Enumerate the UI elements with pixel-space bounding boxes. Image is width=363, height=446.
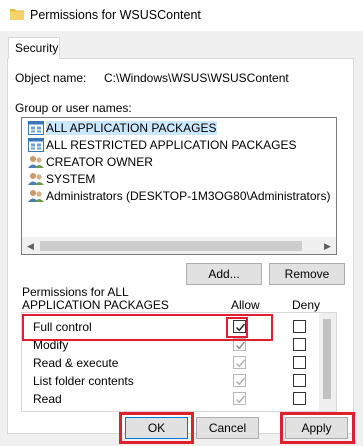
list-item-label: CREATOR OWNER (46, 155, 153, 169)
deny-column-header: Deny (292, 298, 321, 312)
deny-checkbox[interactable] (293, 338, 306, 351)
allow-checkbox[interactable] (233, 374, 246, 387)
group-user-list[interactable]: ALL APPLICATION PACKAGES ALL RESTRICTED … (21, 117, 337, 255)
list-item-label: Administrators (DESKTOP-1M3OG80\Administ… (46, 189, 331, 203)
vertical-scrollbar[interactable] (319, 313, 336, 411)
deny-checkbox[interactable] (293, 356, 306, 369)
allow-checkbox[interactable] (233, 392, 246, 405)
permission-row: Read (22, 390, 322, 408)
users-group-icon (28, 173, 44, 185)
group-names-label: Group or user names: (15, 101, 132, 115)
object-name-value: C:\Windows\WSUS\WSUSContent (104, 71, 289, 85)
window-title: Permissions for WSUSContent (30, 8, 201, 22)
dialog-body: Security Object name: C:\Windows\WSUS\WS… (0, 31, 363, 446)
scroll-right-icon[interactable]: ▶ (319, 238, 336, 254)
apply-button-highlight (280, 412, 355, 444)
remove-button[interactable]: Remove (269, 263, 345, 285)
allow-column-header: Allow (231, 298, 260, 312)
add-button[interactable]: Add... (186, 263, 262, 285)
horizontal-scrollbar[interactable]: ◀ ▶ (22, 237, 336, 254)
scroll-left-icon[interactable]: ◀ (22, 238, 39, 254)
users-group-icon (28, 190, 44, 202)
permission-row: List folder contents (22, 372, 322, 390)
app-package-icon (28, 121, 44, 135)
list-item-label: ALL APPLICATION PACKAGES (46, 121, 217, 135)
tab-security[interactable]: Security (8, 37, 60, 59)
permissions-label-line2: APPLICATION PACKAGES (22, 298, 169, 312)
allow-checkbox[interactable] (233, 356, 246, 369)
permission-row: Read & execute (22, 354, 322, 372)
allow-checkbox-highlight (226, 317, 248, 338)
list-item-label: ALL RESTRICTED APPLICATION PACKAGES (46, 138, 297, 152)
permission-name: Read & execute (33, 356, 119, 370)
users-group-icon (28, 156, 44, 168)
permission-name: List folder contents (33, 374, 134, 388)
deny-checkbox[interactable] (293, 374, 306, 387)
permissions-label: Permissions for ALL APPLICATION PACKAGES (22, 286, 169, 312)
deny-checkbox[interactable] (293, 320, 306, 333)
list-item-label: SYSTEM (46, 172, 96, 186)
folder-icon (10, 9, 24, 20)
scrollbar-thumb[interactable] (323, 319, 331, 399)
scrollbar-thumb[interactable] (40, 241, 302, 251)
ok-button-highlight (119, 412, 194, 444)
object-name-label: Object name: (15, 71, 87, 85)
app-package-icon (28, 138, 44, 152)
cancel-button[interactable]: Cancel (196, 417, 259, 439)
title-bar: Permissions for WSUSContent (0, 0, 363, 31)
permission-name: Read (33, 392, 62, 406)
deny-checkbox[interactable] (293, 392, 306, 405)
